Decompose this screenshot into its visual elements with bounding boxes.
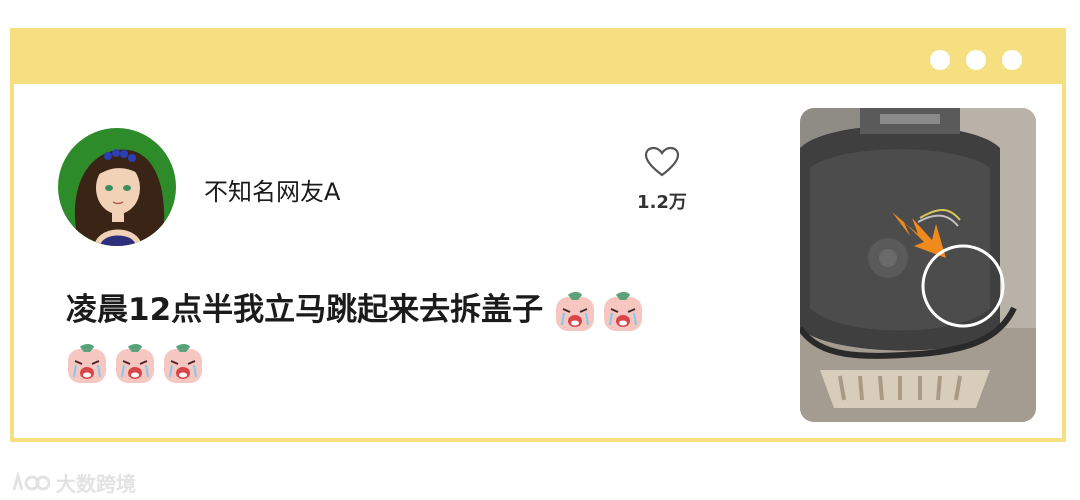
window-titlebar [14,32,1062,84]
window-dot [966,50,986,70]
like-count: 1.2万 [637,192,687,213]
crying-emoji-icon [555,291,594,331]
crying-emoji-icon [164,343,202,383]
post-card: 不知名网友A 1.2万 凌晨12点半我立马跳起来去拆盖子 [10,28,1066,442]
window-dot [930,50,950,70]
avatar[interactable] [58,128,176,246]
watermark-text: 大数跨境 [56,472,136,496]
heart-icon [644,146,680,177]
post-photo[interactable] [800,108,1036,422]
window-dot [1002,50,1022,70]
brand-logo-icon [12,471,50,490]
crying-emoji-icon [603,291,642,331]
crying-emoji-icon [68,343,106,383]
like-button[interactable]: 1.2万 [630,146,694,214]
watermark: 大数跨境 [10,468,136,497]
crying-emoji-icon [116,343,154,383]
avatar-illustration [58,128,176,246]
username[interactable]: 不知名网友A [204,172,340,207]
post-body: 凌晨12点半我立马跳起来去拆盖子 [66,284,766,388]
rice-cooker-photo [800,108,1036,422]
post-text: 凌晨12点半我立马跳起来去拆盖子 [66,292,544,328]
